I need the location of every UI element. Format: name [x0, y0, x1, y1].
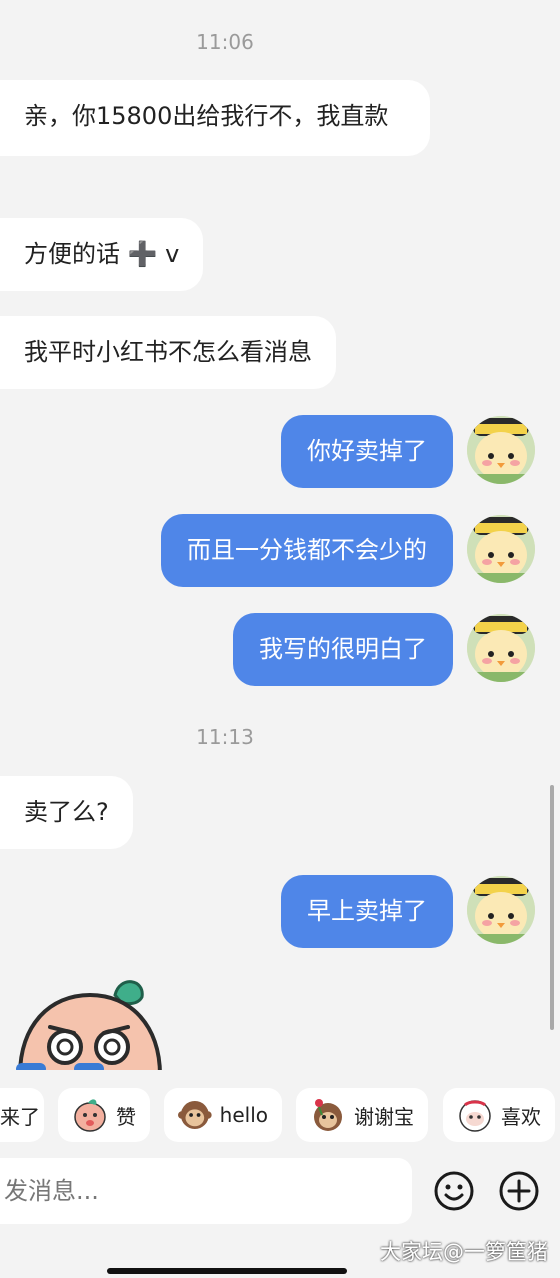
crying-sticker-image[interactable] [10, 975, 170, 1075]
chick-avatar-icon [467, 614, 535, 682]
quick-reply-label: 赞 [116, 1104, 136, 1129]
message-text: 卖了么? [24, 798, 109, 826]
message-bubble-outgoing[interactable]: 你好卖掉了 [281, 415, 453, 488]
monkey-with-rose-emoji-icon [314, 1099, 342, 1131]
message-text: 我写的很明白了 [259, 635, 427, 663]
plus-circle-icon[interactable] [498, 1170, 540, 1212]
pink-face-emoji-icon [74, 1099, 106, 1132]
quick-reply-label: 来了 [0, 1104, 40, 1129]
scrollbar[interactable] [550, 785, 554, 1030]
user-avatar[interactable] [467, 416, 535, 484]
message-bubble-incoming[interactable]: 方便的话 ➕ v [0, 218, 204, 291]
home-indicator[interactable] [107, 1268, 347, 1274]
quick-reply-bar: 来了 赞 hello 谢谢宝 喜欢 [0, 1070, 560, 1150]
timestamp: 11:13 [196, 725, 254, 749]
message-text: 而且一分钱都不会少的 [187, 536, 427, 564]
message-bubble-incoming[interactable]: 我平时小红书不怎么看消息 [0, 316, 336, 389]
chick-avatar-icon [467, 416, 535, 484]
message-text: 早上卖掉了 [307, 897, 427, 925]
watermark: 大家坛@一箩筐猪 [380, 1240, 548, 1264]
message-text: 我平时小红书不怎么看消息 [24, 338, 312, 366]
chick-avatar-icon [467, 876, 535, 944]
timestamp: 11:06 [196, 30, 254, 54]
monkey-emoji-icon [178, 1100, 212, 1130]
message-bubble-outgoing[interactable]: 早上卖掉了 [281, 875, 453, 948]
message-text: 方便的话 ➕ v [24, 240, 180, 268]
message-text: 亲，你15800出给我行不，我直款 [24, 102, 389, 130]
message-text: 你好卖掉了 [307, 437, 427, 465]
smiley-icon[interactable] [433, 1170, 475, 1212]
quick-reply-chip[interactable]: 赞 [58, 1088, 150, 1142]
quick-reply-chip[interactable]: 来了 [0, 1088, 44, 1142]
quick-reply-label: 喜欢 [501, 1104, 541, 1129]
quick-reply-label: hello [219, 1103, 268, 1127]
message-bubble-outgoing[interactable]: 我写的很明白了 [233, 613, 453, 686]
chick-avatar-icon [467, 515, 535, 583]
message-bubble-incoming[interactable]: 卖了么? [0, 776, 133, 849]
message-input[interactable]: 发消息... [0, 1158, 412, 1224]
user-avatar[interactable] [467, 515, 535, 583]
quick-reply-chip[interactable]: hello [164, 1088, 282, 1142]
sheep-emoji-icon [459, 1100, 491, 1132]
quick-reply-label: 谢谢宝 [354, 1104, 414, 1129]
user-avatar[interactable] [467, 614, 535, 682]
quick-reply-chip[interactable]: 喜欢 [443, 1088, 555, 1142]
message-bubble-outgoing[interactable]: 而且一分钱都不会少的 [161, 514, 453, 587]
user-avatar[interactable] [467, 876, 535, 944]
message-bubble-incoming[interactable]: 亲，你15800出给我行不，我直款 [0, 80, 430, 156]
quick-reply-chip[interactable]: 谢谢宝 [296, 1088, 428, 1142]
